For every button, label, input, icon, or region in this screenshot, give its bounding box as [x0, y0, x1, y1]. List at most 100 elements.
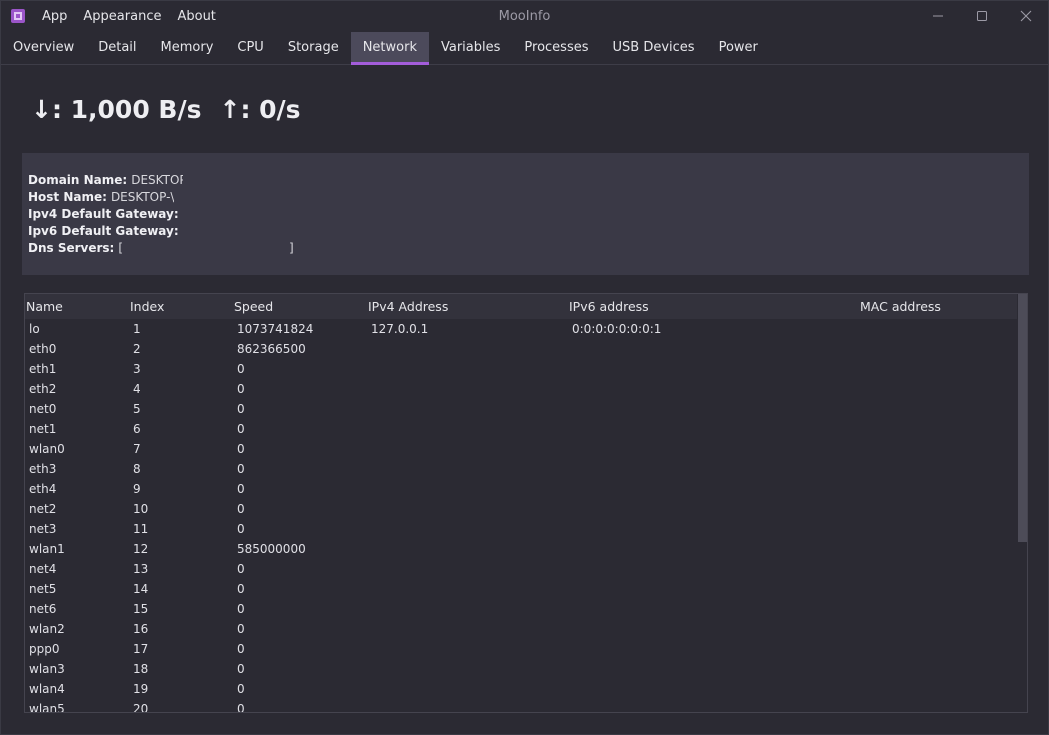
- table-row[interactable]: eth4 9 0: [25, 479, 1017, 499]
- cell-name: wlan5: [29, 702, 65, 713]
- cell-index: 2: [133, 342, 141, 356]
- cell-speed: 0: [237, 522, 245, 536]
- cell-index: 8: [133, 462, 141, 476]
- cell-index: 15: [133, 602, 149, 616]
- title-bar[interactable]: App Appearance About MooInfo: [1, 1, 1048, 31]
- menu-app[interactable]: App: [34, 1, 75, 31]
- window-controls: [916, 1, 1048, 31]
- cell-name: wlan3: [29, 662, 65, 676]
- cell-speed: 0: [237, 362, 245, 376]
- table-row[interactable]: wlan3 18 0: [25, 659, 1017, 679]
- tab-cpu[interactable]: CPU: [225, 32, 275, 64]
- dns-servers-close: ]: [289, 241, 294, 255]
- table-row[interactable]: net3 11 0: [25, 519, 1017, 539]
- table-row[interactable]: wlan5 20 0: [25, 699, 1017, 713]
- cell-speed: 1073741824: [237, 322, 314, 336]
- cell-speed: 862366500: [237, 342, 306, 356]
- cell-index: 20: [133, 702, 149, 713]
- table-header: Name Index Speed IPv4 Address IPv6 addre…: [25, 294, 1017, 319]
- column-header-name[interactable]: Name: [26, 294, 63, 320]
- ipv4-gateway-row: Ipv4 Default Gateway:: [28, 206, 294, 223]
- table-row[interactable]: ppp0 17 0: [25, 639, 1017, 659]
- maximize-button[interactable]: [960, 1, 1004, 31]
- table-row[interactable]: wlan0 7 0: [25, 439, 1017, 459]
- tab-storage[interactable]: Storage: [276, 32, 351, 64]
- table-row[interactable]: eth0 2 862366500: [25, 339, 1017, 359]
- column-header-speed[interactable]: Speed: [234, 294, 273, 320]
- tab-memory[interactable]: Memory: [149, 32, 226, 64]
- table-row[interactable]: wlan4 19 0: [25, 679, 1017, 699]
- ipv6-gateway-label: Ipv6 Default Gateway:: [28, 224, 179, 238]
- scrollbar-thumb[interactable]: [1018, 294, 1027, 542]
- tab-network[interactable]: Network: [350, 32, 430, 65]
- domain-name-row: Domain Name: DESKTOP: [28, 172, 294, 189]
- cell-speed: 0: [237, 562, 245, 576]
- table-row[interactable]: wlan2 16 0: [25, 619, 1017, 639]
- table-row[interactable]: eth1 3 0: [25, 359, 1017, 379]
- tab-overview[interactable]: Overview: [1, 32, 86, 64]
- cell-index: 19: [133, 682, 149, 696]
- tab-processes[interactable]: Processes: [512, 32, 600, 64]
- tab-power[interactable]: Power: [707, 32, 770, 64]
- cell-speed: 0: [237, 402, 245, 416]
- cell-index: 5: [133, 402, 141, 416]
- column-header-ipv4[interactable]: IPv4 Address: [368, 294, 448, 320]
- ipv6-gateway-row: Ipv6 Default Gateway:: [28, 223, 294, 240]
- cell-name: net5: [29, 582, 57, 596]
- tab-detail[interactable]: Detail: [86, 32, 148, 64]
- cell-index: 1: [133, 322, 141, 336]
- cell-speed: 0: [237, 442, 245, 456]
- menu-about[interactable]: About: [169, 1, 223, 31]
- chip-icon: [10, 8, 26, 24]
- cell-index: 6: [133, 422, 141, 436]
- cell-speed: 0: [237, 602, 245, 616]
- table-row[interactable]: net4 13 0: [25, 559, 1017, 579]
- table-row[interactable]: eth3 8 0: [25, 459, 1017, 479]
- cell-speed: 0: [237, 462, 245, 476]
- table-row[interactable]: lo 1 1073741824 127.0.0.1 0:0:0:0:0:0:0:1: [25, 319, 1017, 339]
- cell-name: net2: [29, 502, 57, 516]
- minimize-button[interactable]: [916, 1, 960, 31]
- cell-speed: 0: [237, 502, 245, 516]
- table-row[interactable]: wlan1 12 585000000: [25, 539, 1017, 559]
- cell-name: wlan2: [29, 622, 65, 636]
- table-row[interactable]: net1 6 0: [25, 419, 1017, 439]
- cell-index: 16: [133, 622, 149, 636]
- table-body: lo 1 1073741824 127.0.0.1 0:0:0:0:0:0:0:1 eth…: [25, 319, 1017, 713]
- column-header-ipv6[interactable]: IPv6 address: [569, 294, 649, 320]
- interfaces-table[interactable]: Name Index Speed IPv4 Address IPv6 addre…: [24, 293, 1028, 713]
- table-row[interactable]: net6 15 0: [25, 599, 1017, 619]
- cell-index: 9: [133, 482, 141, 496]
- cell-index: 4: [133, 382, 141, 396]
- cell-name: eth4: [29, 482, 57, 496]
- cell-name: eth2: [29, 382, 57, 396]
- domain-name-label: Domain Name:: [28, 173, 128, 187]
- table-row[interactable]: net2 10 0: [25, 499, 1017, 519]
- cell-name: wlan4: [29, 682, 65, 696]
- cell-ipv6: 0:0:0:0:0:0:0:1: [572, 322, 662, 336]
- table-row[interactable]: net0 5 0: [25, 399, 1017, 419]
- cell-speed: 0: [237, 702, 245, 713]
- table-row[interactable]: eth2 4 0: [25, 379, 1017, 399]
- cell-name: eth3: [29, 462, 57, 476]
- cell-name: net6: [29, 602, 57, 616]
- table-row[interactable]: net5 14 0: [25, 579, 1017, 599]
- tab-usb-devices[interactable]: USB Devices: [601, 32, 707, 64]
- close-icon: [1020, 10, 1032, 22]
- tab-variables[interactable]: Variables: [429, 32, 512, 64]
- cell-speed: 0: [237, 682, 245, 696]
- close-button[interactable]: [1004, 1, 1048, 31]
- cell-speed: 585000000: [237, 542, 306, 556]
- column-header-index[interactable]: Index: [130, 294, 164, 320]
- menu-appearance[interactable]: Appearance: [75, 1, 169, 31]
- cell-name: eth1: [29, 362, 57, 376]
- column-header-mac[interactable]: MAC address: [860, 294, 941, 320]
- cell-speed: 0: [237, 622, 245, 636]
- cell-speed: 0: [237, 382, 245, 396]
- dns-servers-value: [123, 240, 289, 257]
- domain-name-value: DESKTOP: [131, 173, 184, 187]
- download-speed: ↓: 1,000 B/s: [31, 95, 202, 124]
- tab-bar: Overview Detail Memory CPU Storage Netwo…: [1, 32, 1048, 65]
- maximize-icon: [977, 11, 987, 21]
- table-scrollbar[interactable]: [1017, 294, 1027, 712]
